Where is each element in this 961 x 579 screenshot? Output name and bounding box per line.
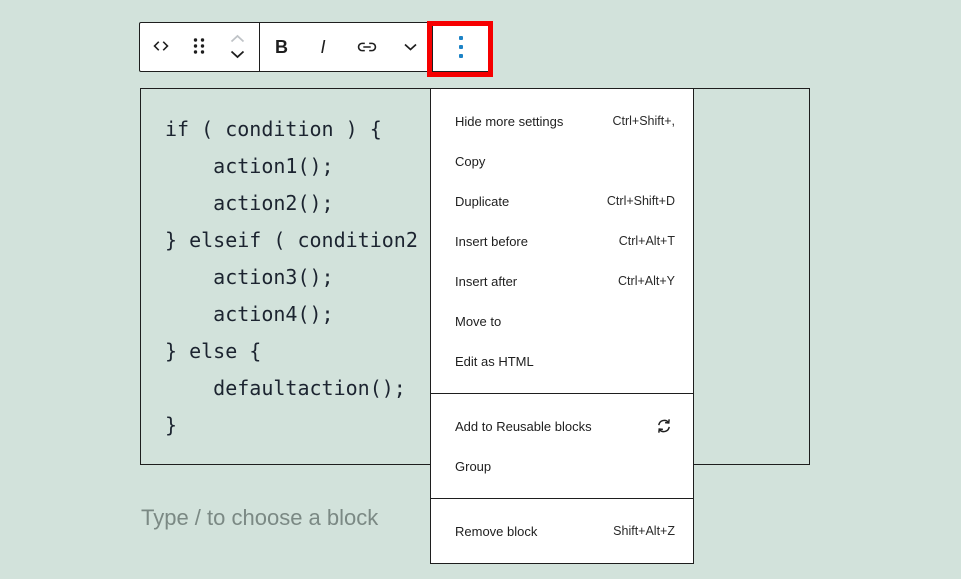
menu-item-hide-more-settings[interactable]: Hide more settings Ctrl+Shift+,	[431, 101, 693, 141]
menu-item-shortcut: Ctrl+Alt+T	[619, 234, 675, 248]
menu-section-remove: Remove block Shift+Alt+Z	[431, 498, 693, 563]
block-appender-placeholder[interactable]: Type / to choose a block	[141, 505, 378, 531]
bold-button[interactable]: B	[260, 23, 303, 71]
menu-item-remove-block[interactable]: Remove block Shift+Alt+Z	[431, 511, 693, 551]
menu-item-label: Remove block	[455, 524, 537, 539]
drag-handle-icon	[190, 36, 208, 59]
chevron-up-icon	[229, 32, 246, 47]
italic-icon: I	[320, 38, 328, 56]
drag-handle[interactable]	[182, 23, 216, 71]
menu-item-shortcut: Ctrl+Shift+D	[607, 194, 675, 208]
block-controls-group	[140, 23, 259, 71]
options-dropdown-menu: Hide more settings Ctrl+Shift+, Copy Dup…	[430, 88, 694, 564]
menu-item-label: Group	[455, 459, 491, 474]
block-type-button[interactable]	[140, 23, 182, 71]
link-button[interactable]	[346, 23, 389, 71]
menu-item-label: Hide more settings	[455, 114, 563, 129]
menu-item-label: Edit as HTML	[455, 354, 534, 369]
menu-item-label: Add to Reusable blocks	[455, 419, 592, 434]
menu-item-shortcut: Shift+Alt+Z	[613, 524, 675, 538]
menu-item-add-to-reusable-blocks[interactable]: Add to Reusable blocks	[431, 406, 693, 446]
chevron-down-icon	[229, 48, 246, 63]
link-icon	[355, 34, 379, 61]
move-up-button[interactable]	[229, 31, 246, 47]
menu-item-insert-before[interactable]: Insert before Ctrl+Alt+T	[431, 221, 693, 261]
menu-item-group[interactable]: Group	[431, 446, 693, 486]
ellipsis-icon	[459, 34, 463, 61]
code-icon	[149, 34, 173, 61]
menu-item-duplicate[interactable]: Duplicate Ctrl+Shift+D	[431, 181, 693, 221]
menu-item-label: Move to	[455, 314, 501, 329]
block-mover	[216, 23, 259, 71]
menu-item-label: Duplicate	[455, 194, 509, 209]
menu-item-insert-after[interactable]: Insert after Ctrl+Alt+Y	[431, 261, 693, 301]
menu-item-copy[interactable]: Copy	[431, 141, 693, 181]
menu-item-label: Insert before	[455, 234, 528, 249]
bold-icon: B	[275, 38, 288, 56]
editor-canvas: { "colors": { "background": "#d2e2db", "…	[0, 0, 961, 579]
chevron-down-icon	[403, 40, 418, 55]
options-menu-button[interactable]	[433, 23, 489, 71]
italic-button[interactable]: I	[303, 23, 346, 71]
menu-item-shortcut: Ctrl+Shift+,	[612, 114, 675, 128]
menu-item-edit-as-html[interactable]: Edit as HTML	[431, 341, 693, 381]
menu-section-reusable: Add to Reusable blocks Group	[431, 393, 693, 498]
menu-item-move-to[interactable]: Move to	[431, 301, 693, 341]
menu-section-primary: Hide more settings Ctrl+Shift+, Copy Dup…	[431, 89, 693, 393]
formatting-group: B I	[260, 23, 432, 71]
reusable-block-icon	[653, 415, 675, 437]
menu-item-shortcut: Ctrl+Alt+Y	[618, 274, 675, 288]
move-down-button[interactable]	[229, 47, 246, 63]
block-toolbar: B I	[139, 22, 490, 72]
more-formats-button[interactable]	[389, 23, 432, 71]
menu-item-label: Copy	[455, 154, 485, 169]
menu-item-label: Insert after	[455, 274, 517, 289]
